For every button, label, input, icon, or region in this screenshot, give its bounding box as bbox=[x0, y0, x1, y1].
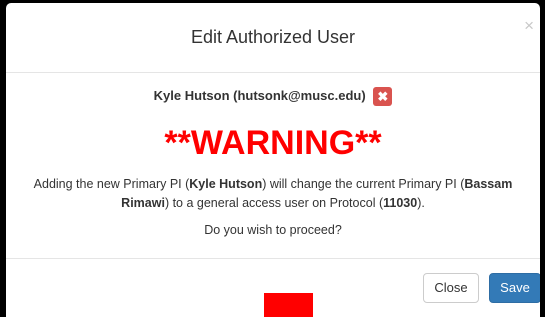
user-display: Kyle Hutson (hutsonk@musc.edu) bbox=[153, 87, 366, 103]
message-part-1: Adding the new Primary PI ( bbox=[33, 177, 190, 191]
message-part-4: ). bbox=[417, 196, 425, 210]
protocol-number: 11030 bbox=[383, 196, 418, 210]
close-icon[interactable]: × bbox=[524, 17, 534, 34]
new-pi-name: Kyle Hutson bbox=[189, 177, 263, 191]
warning-message: Adding the new Primary PI (Kyle Hutson) … bbox=[26, 175, 520, 213]
remove-user-button[interactable]: ✖ bbox=[373, 87, 393, 106]
close-button[interactable]: Close bbox=[423, 273, 479, 303]
proceed-prompt: Do you wish to proceed? bbox=[204, 223, 342, 237]
remove-x-icon: ✖ bbox=[377, 89, 389, 104]
selected-user: Kyle Hutson (hutsonk@musc.edu) ✖ bbox=[6, 87, 540, 106]
red-annotation-block bbox=[264, 293, 313, 317]
modal-header: Edit Authorized User × bbox=[6, 3, 540, 73]
modal-title: Edit Authorized User bbox=[190, 27, 356, 47]
warning-heading: **WARNING** bbox=[164, 124, 382, 162]
edit-authorized-user-modal: Edit Authorized User × Kyle Hutson (huts… bbox=[6, 3, 540, 317]
message-part-2: ) will change the current Primary PI ( bbox=[262, 177, 465, 191]
message-part-3: ) to a general access user on Protocol ( bbox=[164, 196, 384, 210]
save-button[interactable]: Save bbox=[489, 273, 540, 303]
